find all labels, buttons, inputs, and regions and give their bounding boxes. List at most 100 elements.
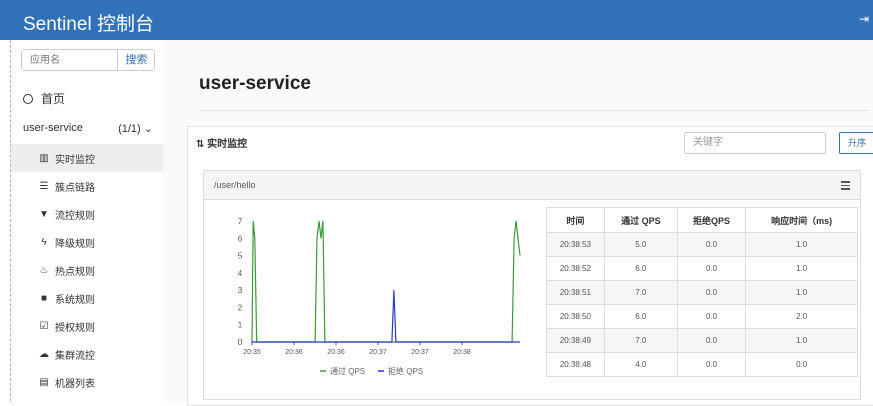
menu-label: 降级规则 [55,238,95,250]
main-content: user-service ⇅ 实时监控 关键字 升序 /user/hello 0… [163,40,873,406]
cloud-icon: ☁ [39,348,49,360]
legend-label: 拒绝 QPS [388,366,423,376]
app-count: (1/1) ⌄ [118,123,153,135]
y-tick-label: 7 [238,217,243,226]
y-tick-label: 0 [238,338,243,347]
search-box: 搜索 [21,49,155,71]
table-cell: 0.0 [676,304,747,329]
menu-label: 簇点链路 [55,182,95,194]
panel-title-label: 实时监控 [207,139,248,150]
qps-table: 时间 通过 QPS 拒绝QPS 响应时间（ms) 20:38:53 5.0 0.0 1.0 2… [546,207,858,377]
table-icon: ▤ [39,376,49,388]
table-header: 通过 QPS [603,207,678,233]
y-tick-label: 1 [238,321,243,330]
table-cell: 1.0 [745,232,858,257]
menu-label: 机器列表 [55,378,95,390]
sidebar-item-degrade-rules[interactable]: ϟ 降级规则 [11,228,163,256]
x-tick-label: 20:36 [327,349,345,356]
table-cell: 20:38:48 [546,352,605,377]
table-row: 20:38:50 6.0 0.0 2.0 [546,304,858,329]
menu-label: 系统规则 [55,294,95,306]
home-label: 首页 [41,92,66,106]
filter-icon: ▼ [39,208,49,220]
table-header: 响应时间（ms) [745,207,858,233]
panel-title: ⇅ 实时监控 [196,135,247,150]
lock-icon: ■ [40,292,48,304]
sidebar: 搜索 首页 user-service (1/1) ⌄ ▥ 实时监控 ☰ 簇点链路 ▼… [11,40,163,401]
sidebar-item-machine-list[interactable]: ▤ 机器列表 [11,368,163,396]
resource-card: /user/hello 0 1 2 3 4 5 6 7 20:35 20:36 20:36 20:37… [203,170,861,400]
menu-label: 流控规则 [55,210,95,222]
top-bar: Sentinel 控制台 ⇥ [0,0,873,40]
table-header: 拒绝QPS [676,207,747,233]
sidebar-item-cluster-flow[interactable]: ☁ 集群流控 [11,340,163,368]
sidebar-item-realtime-monitor[interactable]: ▥ 实时监控 [11,144,163,172]
menu-label: 实时监控 [55,154,95,166]
clock-icon [23,93,33,104]
table-cell: 0.0 [676,232,747,257]
table-cell: 7.0 [603,328,678,353]
table-cell: 1.0 [745,328,858,353]
series-line-block [252,290,520,343]
table-cell: 6.0 [603,304,678,329]
list-icon: ☰ [39,180,49,192]
search-button[interactable]: 搜索 [119,50,154,70]
table-cell: 20:38:53 [546,232,605,257]
check-icon: ☑ [39,320,49,332]
menu-icon[interactable] [841,181,850,192]
sort-icon: ⇅ [196,139,208,150]
divider [199,110,869,111]
resource-name: /user/hello [214,180,256,190]
table-cell: 0.0 [745,352,858,377]
resource-header: /user/hello [204,171,860,200]
table-row: 20:38:53 5.0 0.0 1.0 [546,232,858,257]
menu-label: 热点规则 [55,266,95,278]
table-row: 20:38:49 7.0 0.0 1.0 [546,328,858,353]
series-line-pass [251,220,521,343]
table-cell: 20:38:49 [546,328,605,353]
table-cell: 0.0 [676,328,747,353]
x-tick-label: 20:35 [243,349,261,356]
qps-chart: 0 1 2 3 4 5 6 7 20:35 20:36 20:36 20:37 20:37 20:38 通过… [238,217,521,376]
sidebar-menu: ▥ 实时监控 ☰ 簇点链路 ▼ 流控规则 ϟ 降级规则 ♨ 热点规则 ■ 系统规则 ☑ 授权规… [11,144,163,396]
table-cell: 20:38:52 [546,256,605,281]
app-search-input[interactable] [22,50,118,70]
table-row: 20:38:52 6.0 0.0 1.0 [546,256,858,281]
y-tick-label: 6 [238,234,243,243]
sidebar-item-system-rules[interactable]: ■ 系统规则 [11,284,163,312]
sidebar-item-home[interactable]: 首页 [23,90,65,107]
table-cell: 6.0 [603,256,678,281]
y-tick-label: 5 [238,252,243,261]
table-cell: 20:38:50 [546,304,605,329]
table-row: 20:38:48 4.0 0.0 0.0 [546,352,858,377]
table-cell: 2.0 [745,304,858,329]
table-cell: 4.0 [603,352,678,377]
keyword-input[interactable]: 关键字 [684,132,826,154]
x-tick-label: 20:37 [411,349,429,356]
page-title: user-service [199,73,311,94]
y-tick-label: 4 [238,269,243,278]
table-cell: 0.0 [676,256,747,281]
logout-icon[interactable]: ⇥ [859,12,869,26]
y-tick-label: 3 [238,286,243,295]
sidebar-item-resource-chain[interactable]: ☰ 簇点链路 [11,172,163,200]
sidebar-item-hotspot-rules[interactable]: ♨ 热点规则 [11,256,163,284]
table-row: 20:38:51 7.0 0.0 1.0 [546,280,858,305]
bolt-icon: ϟ [41,236,47,248]
brand-title[interactable]: Sentinel 控制台 [23,9,154,36]
table-cell: 1.0 [745,280,858,305]
x-tick-label: 20:37 [369,349,387,356]
sort-button[interactable]: 升序 [839,132,873,154]
table-cell: 0.0 [676,352,747,377]
app-selector[interactable]: user-service (1/1) ⌄ [23,122,163,135]
table-cell: 7.0 [603,280,678,305]
menu-label: 集群流控 [55,350,95,362]
sidebar-item-flow-rules[interactable]: ▼ 流控规则 [11,200,163,228]
sidebar-item-auth-rules[interactable]: ☑ 授权规则 [11,312,163,340]
table-cell: 5.0 [603,232,678,257]
table-cell: 1.0 [745,256,858,281]
x-tick-label: 20:38 [453,349,471,356]
chart-icon: ▥ [39,152,49,164]
table-cell: 20:38:51 [546,280,605,305]
table-cell: 0.0 [676,280,747,305]
